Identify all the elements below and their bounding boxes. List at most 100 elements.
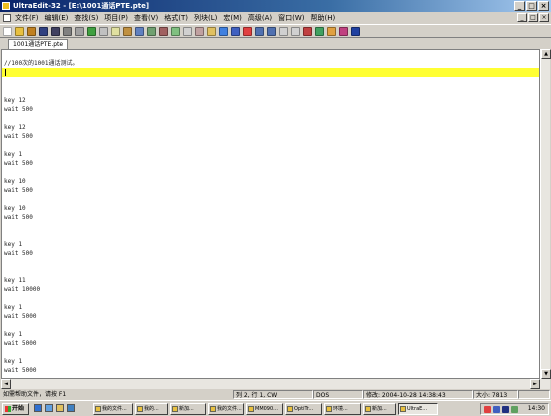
next-bookmark-icon[interactable] <box>231 27 240 36</box>
scroll-left-button[interactable]: ◄ <box>1 379 11 389</box>
code-line: wait 10000 <box>4 286 41 293</box>
ultraedit-app-icon[interactable] <box>2 2 10 10</box>
print-icon[interactable] <box>63 27 72 36</box>
menu-item[interactable]: 高级(A) <box>248 12 272 24</box>
windows-taskbar: 开始 我的文件... 我的... 新加... 我的文件... MM090... OptiT… <box>0 400 551 416</box>
scroll-right-button[interactable]: ► <box>530 379 540 389</box>
taskbar-window-button[interactable]: 我的文件... <box>208 403 244 415</box>
code-line: wait 500 <box>4 106 33 113</box>
code-line: key 12 <box>4 97 26 104</box>
input-method-tray-icon[interactable] <box>502 406 509 413</box>
find-files-icon[interactable] <box>207 27 216 36</box>
menu-item[interactable]: 宏(M) <box>223 12 242 24</box>
status-modified-date: 修改: 2004-10-28 14:38:43 <box>363 390 473 399</box>
copy-icon[interactable] <box>111 27 120 36</box>
menu-item[interactable]: 编辑(E) <box>45 12 69 24</box>
scroll-up-button[interactable]: ▲ <box>541 49 551 59</box>
scroll-down-button[interactable]: ▼ <box>541 369 551 379</box>
document-restore-button[interactable]: □ <box>528 13 538 22</box>
start-label: 开始 <box>12 405 25 412</box>
code-line: key 10 <box>4 205 26 212</box>
current-line-highlight <box>2 68 539 77</box>
save-icon[interactable] <box>39 27 48 36</box>
uppercase-icon[interactable] <box>279 27 288 36</box>
start-button[interactable]: 开始 <box>2 403 29 415</box>
hex-mode-icon[interactable] <box>159 27 168 36</box>
menu-item[interactable]: 查找(S) <box>74 12 98 24</box>
help-icon[interactable] <box>351 27 360 36</box>
save-as-icon[interactable] <box>51 27 60 36</box>
show-desktop-icon[interactable] <box>56 404 64 412</box>
window-icon <box>95 406 101 412</box>
window-icon <box>248 406 254 412</box>
word-wrap-icon[interactable] <box>135 27 144 36</box>
taskbar-window-button[interactable]: 新加... <box>170 403 206 415</box>
print-preview-icon[interactable] <box>75 27 84 36</box>
bookmark-icon[interactable] <box>219 27 228 36</box>
tools-icon[interactable] <box>327 27 336 36</box>
taskbar-window-button[interactable]: 新加... <box>363 403 396 415</box>
text-editor[interactable]: //100次的1001通话测试。 key 12 wait 500 key 12 wait… <box>1 49 540 379</box>
status-indicators <box>518 390 550 399</box>
ftp-icon[interactable] <box>87 27 96 36</box>
code-line: key 10 <box>4 178 26 185</box>
document-minimize-button[interactable]: _ <box>517 13 527 22</box>
menu-item[interactable]: 窗口(W) <box>278 12 304 24</box>
macro-play-icon[interactable] <box>315 27 324 36</box>
code-line: wait 5000 <box>4 313 37 320</box>
menu-item[interactable]: 文件(F) <box>15 12 39 24</box>
window-icon <box>365 406 371 412</box>
cut-icon[interactable] <box>99 27 108 36</box>
find-icon[interactable] <box>183 27 192 36</box>
document-close-button[interactable]: × <box>539 13 549 22</box>
menu-item[interactable]: 格式(T) <box>164 12 188 24</box>
taskbar-window-button[interactable]: MM090... <box>246 403 283 415</box>
maximize-button[interactable]: □ <box>526 1 537 11</box>
taskbar-window-button[interactable]: 环境... <box>324 403 361 415</box>
lowercase-icon[interactable] <box>291 27 300 36</box>
taskbar-window-button[interactable]: OptiTr... <box>285 403 322 415</box>
network-tray-icon[interactable] <box>493 406 500 413</box>
ie-quicklaunch-icon[interactable] <box>34 404 42 412</box>
compare-icon[interactable] <box>339 27 348 36</box>
menu-item[interactable]: 查看(V) <box>134 12 158 24</box>
outlook-quicklaunch-icon[interactable] <box>45 404 53 412</box>
code-line: wait 500 <box>4 187 33 194</box>
open-file-icon[interactable] <box>15 27 24 36</box>
system-tray: 14:30 <box>480 403 549 415</box>
horizontal-scrollbar[interactable]: ◄ ► <box>1 379 550 389</box>
taskbar-window-button[interactable]: UltraE... <box>398 403 438 415</box>
antivirus-tray-icon[interactable] <box>484 406 491 413</box>
taskbar-window-button[interactable]: 我的文件... <box>93 403 133 415</box>
status-line-format: DOS <box>313 390 363 399</box>
window-title: UltraEdit-32 - [E:\1001通话PTE.pte] <box>13 2 150 10</box>
media-quicklaunch-icon[interactable] <box>67 404 75 412</box>
tag-list-icon[interactable] <box>171 27 180 36</box>
close-file-icon[interactable] <box>27 27 36 36</box>
macro-record-icon[interactable] <box>303 27 312 36</box>
spell-check-icon[interactable] <box>243 27 252 36</box>
menu-bar: 文件(F) 编辑(E) 查找(S) 项目(P) 查看(V) 格式(T) 列块(L) 宏(M) 高… <box>0 12 551 24</box>
code-line: key 11 <box>4 277 26 284</box>
menu-item[interactable]: 列块(L) <box>194 12 217 24</box>
column-mode-icon[interactable] <box>147 27 156 36</box>
code-line: wait 500 <box>4 214 33 221</box>
menu-item[interactable]: 项目(P) <box>104 12 128 24</box>
menu-items: 文件(F) 编辑(E) 查找(S) 项目(P) 查看(V) 格式(T) 列块(L) 宏(M) 高… <box>15 12 335 24</box>
code-line: key 1 <box>4 358 23 365</box>
taskbar-window-button[interactable]: 我的... <box>135 403 168 415</box>
volume-tray-icon[interactable] <box>511 406 518 413</box>
redo-icon[interactable] <box>267 27 276 36</box>
minimize-button[interactable]: _ <box>514 1 525 11</box>
vertical-scrollbar[interactable]: ▲ ▼ <box>540 49 551 379</box>
window-icon <box>287 406 293 412</box>
menu-item[interactable]: 帮助(H) <box>311 12 336 24</box>
document-icon[interactable] <box>3 14 11 22</box>
paste-icon[interactable] <box>123 27 132 36</box>
status-help-text: 如需帮助文件，请按 F1 <box>3 391 67 398</box>
close-button[interactable]: × <box>538 1 549 11</box>
status-bar: 如需帮助文件，请按 F1 列 2, 行 1, CW DOS 修改: 2004-1… <box>0 389 551 400</box>
undo-icon[interactable] <box>255 27 264 36</box>
replace-icon[interactable] <box>195 27 204 36</box>
new-file-icon[interactable] <box>3 27 12 36</box>
